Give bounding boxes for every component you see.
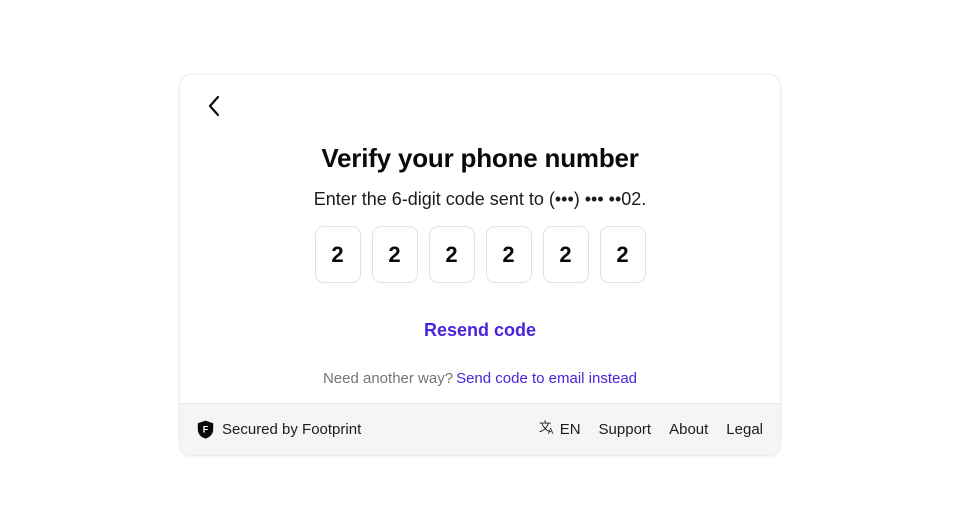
card-footer: F Secured by Footprint 文 A EN Support Ab… xyxy=(180,403,780,455)
otp-digit-1[interactable]: 2 xyxy=(314,226,361,283)
svg-text:F: F xyxy=(203,425,209,435)
svg-text:A: A xyxy=(548,427,554,436)
secured-by-label: Secured by Footprint xyxy=(222,421,362,438)
footer-link-legal[interactable]: Legal xyxy=(726,421,763,438)
footer-link-support[interactable]: Support xyxy=(599,421,652,438)
otp-digit-6[interactable]: 2 xyxy=(599,226,646,283)
secured-by-footprint: F Secured by Footprint xyxy=(197,420,361,439)
chevron-left-icon xyxy=(206,94,221,118)
footer-link-about[interactable]: About xyxy=(669,421,708,438)
otp-digit-2[interactable]: 2 xyxy=(371,226,418,283)
footer-links: 文 A EN Support About Legal xyxy=(539,419,763,440)
footprint-shield-icon: F xyxy=(197,420,214,439)
resend-code-button[interactable]: Resend code xyxy=(180,320,780,341)
back-button[interactable] xyxy=(196,89,230,123)
card-body: Verify your phone number Enter the 6-dig… xyxy=(180,75,780,403)
alternate-method-prompt: Need another way? xyxy=(322,370,454,387)
page-root: Verify your phone number Enter the 6-dig… xyxy=(0,0,960,528)
otp-digit-5[interactable]: 2 xyxy=(542,226,589,283)
language-code: EN xyxy=(559,421,581,438)
language-selector[interactable]: 文 A EN xyxy=(539,419,581,440)
page-subtitle: Enter the 6-digit code sent to (•••) •••… xyxy=(313,189,647,209)
page-title: Verify your phone number xyxy=(321,143,639,173)
alternate-method-row: Need another way? Send code to email inst… xyxy=(180,368,780,389)
otp-input-group[interactable]: 2 2 2 2 2 2 xyxy=(180,226,780,283)
otp-digit-3[interactable]: 2 xyxy=(428,226,475,283)
send-code-to-email-link[interactable]: Send code to email instead xyxy=(456,370,637,387)
otp-digit-4[interactable]: 2 xyxy=(485,226,532,283)
verification-card: Verify your phone number Enter the 6-dig… xyxy=(179,74,781,456)
translate-icon: 文 A xyxy=(539,419,556,440)
